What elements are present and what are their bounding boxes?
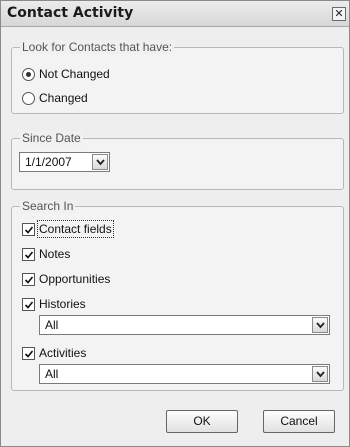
chevron-down-icon[interactable]	[92, 154, 108, 170]
activities-label: Activities	[39, 346, 87, 360]
contact-fields-label: Contact fields	[37, 220, 114, 238]
checkbox-opportunities[interactable]: Opportunities	[22, 271, 110, 287]
look-for-group: Look for Contacts that have: Not Changed…	[11, 40, 344, 114]
histories-filter-dropdown[interactable]: All	[39, 315, 330, 335]
checkbox-activities[interactable]: Activities	[22, 345, 86, 361]
histories-filter-value: All	[45, 318, 59, 332]
checkbox-checked-icon[interactable]	[22, 346, 35, 360]
activities-filter-dropdown[interactable]: All	[39, 364, 330, 384]
checkbox-notes[interactable]: Notes	[22, 246, 70, 262]
radio-changed-label: Changed	[39, 91, 88, 105]
opportunities-label: Opportunities	[39, 272, 111, 286]
close-icon[interactable]: ✕	[332, 7, 346, 21]
title-bar[interactable]: Contact Activity ✕	[1, 1, 349, 27]
look-for-legend: Look for Contacts that have:	[20, 40, 175, 54]
checkbox-checked-icon[interactable]	[22, 272, 35, 286]
search-in-group: Search In Contact fields Notes Opportuni…	[11, 199, 344, 391]
notes-label: Notes	[39, 247, 71, 261]
activities-filter-value: All	[45, 367, 59, 381]
cancel-button[interactable]: Cancel	[263, 410, 335, 433]
radio-changed[interactable]: Changed	[22, 90, 88, 106]
since-date-dropdown[interactable]: 1/1/2007	[19, 152, 110, 172]
radio-not-changed[interactable]: Not Changed	[22, 66, 110, 82]
since-date-group: Since Date 1/1/2007	[11, 131, 344, 190]
checkbox-checked-icon[interactable]	[22, 247, 35, 261]
checkbox-contact-fields[interactable]: Contact fields	[22, 220, 114, 238]
radio-not-changed-label: Not Changed	[39, 67, 110, 81]
ok-button[interactable]: OK	[166, 410, 238, 433]
checkbox-checked-icon[interactable]	[22, 222, 35, 236]
chevron-down-icon[interactable]	[312, 366, 328, 382]
search-in-legend: Search In	[20, 199, 76, 213]
chevron-down-icon[interactable]	[312, 317, 328, 333]
radio-button[interactable]	[22, 91, 35, 105]
radio-button-selected[interactable]	[22, 67, 35, 81]
contact-activity-dialog: Contact Activity ✕ Look for Contacts tha…	[0, 0, 350, 447]
since-date-value: 1/1/2007	[25, 155, 72, 169]
checkbox-histories[interactable]: Histories	[22, 296, 86, 312]
since-date-legend: Since Date	[20, 131, 83, 145]
histories-label: Histories	[39, 297, 86, 311]
checkbox-checked-icon[interactable]	[22, 297, 35, 311]
dialog-title: Contact Activity	[7, 5, 134, 21]
